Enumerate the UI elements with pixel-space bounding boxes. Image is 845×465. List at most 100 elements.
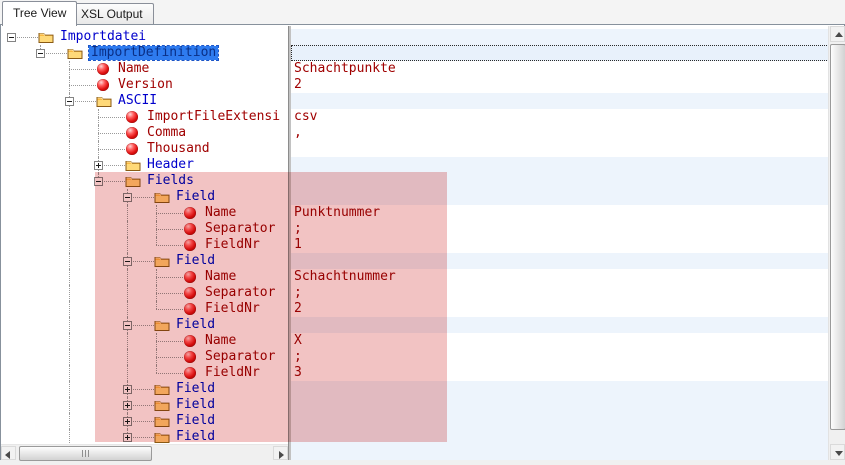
tree-node-row[interactable]: Fields	[1, 173, 288, 189]
tree-connector-line	[156, 269, 157, 277]
tree-node-label[interactable]: Field	[176, 318, 215, 332]
tree-node-label[interactable]: Header	[147, 158, 194, 172]
collapse-minus-box[interactable]	[123, 193, 132, 202]
tree-node-row[interactable]: Name	[1, 61, 288, 77]
tree-node-label[interactable]: ASCII	[118, 94, 157, 108]
arrow-up-icon	[835, 32, 843, 37]
tree-node-label[interactable]: Comma	[147, 126, 186, 140]
value-cell: ;	[291, 285, 829, 301]
tree-node-row[interactable]: Separator	[1, 221, 288, 237]
tree-node-row[interactable]: Importdatei	[1, 29, 288, 45]
horizontal-scrollbar[interactable]	[1, 444, 288, 461]
collapse-minus-box[interactable]	[36, 49, 45, 58]
tree-connector-line	[127, 237, 128, 253]
collapse-minus-box[interactable]	[7, 33, 16, 42]
tree-node-label[interactable]: Fields	[147, 174, 194, 188]
node-value-text: ;	[294, 350, 302, 364]
collapse-minus-box[interactable]	[94, 177, 103, 186]
tree-node-row[interactable]: Field	[1, 317, 288, 333]
tree-node-row[interactable]: ImportFileExtensi	[1, 109, 288, 125]
tree-connector-line	[98, 149, 125, 150]
node-value-text: ,	[294, 126, 302, 140]
tree-node-row[interactable]: Field	[1, 253, 288, 269]
arrow-left-icon	[5, 451, 10, 459]
tree-node-label[interactable]: Separator	[205, 286, 275, 300]
tree-node-label[interactable]: Field	[176, 414, 215, 428]
tree-node-row[interactable]: Name	[1, 333, 288, 349]
tree-node-label[interactable]: Thousand	[147, 142, 210, 156]
folder-icon	[154, 382, 170, 396]
scroll-up-button[interactable]	[830, 26, 845, 42]
tree-node-label[interactable]: Separator	[205, 222, 275, 236]
expand-plus-box[interactable]	[123, 401, 132, 410]
tree-node-row[interactable]: Field	[1, 381, 288, 397]
tree-node-row[interactable]: Name	[1, 205, 288, 221]
tree-connector-line	[98, 149, 99, 157]
red-attribute-icon	[126, 143, 138, 155]
tab-tree-view[interactable]: Tree View	[2, 1, 77, 26]
tree-connector-line	[69, 349, 70, 365]
scroll-down-button[interactable]	[830, 444, 845, 460]
tree-connector-line	[156, 341, 183, 342]
tree-node-label[interactable]: Field	[176, 382, 215, 396]
tree-node-row[interactable]: FieldNr	[1, 301, 288, 317]
tree-connector-line	[156, 237, 157, 245]
tree-node-label[interactable]: Version	[118, 78, 173, 92]
tree-connector-line	[156, 293, 157, 301]
horizontal-scroll-thumb[interactable]	[19, 446, 152, 461]
tree-node-label[interactable]: Name	[205, 206, 236, 220]
folder-icon	[154, 430, 170, 444]
tree-connector-line	[156, 277, 157, 285]
tree-node-row[interactable]: ImportDefinition	[1, 45, 288, 61]
tree-node-label[interactable]: Field	[176, 190, 215, 204]
tree-connector-line	[69, 69, 96, 70]
collapse-minus-box[interactable]	[123, 257, 132, 266]
tree-node-row[interactable]: Field	[1, 413, 288, 429]
tree-node-label[interactable]: Name	[205, 334, 236, 348]
vertical-scrollbar[interactable]	[828, 26, 845, 460]
tree-node-label[interactable]: Name	[118, 62, 149, 76]
tree-node-row[interactable]: Name	[1, 269, 288, 285]
tree-connector-line	[127, 349, 128, 365]
tab-xsl-output[interactable]: XSL Output	[70, 3, 154, 25]
tree-node-label[interactable]: ImportFileExtensi	[147, 110, 280, 124]
tree-connector-line	[156, 365, 157, 373]
folder-icon	[67, 46, 83, 60]
tree-connector-line	[156, 357, 183, 358]
expand-plus-box[interactable]	[123, 417, 132, 426]
panel-splitter[interactable]	[288, 26, 291, 460]
tree-node-row[interactable]: FieldNr	[1, 365, 288, 381]
scroll-right-button[interactable]	[273, 446, 288, 460]
tree-node-row[interactable]: Version	[1, 77, 288, 93]
collapse-minus-box[interactable]	[65, 97, 74, 106]
tree-node-label[interactable]: FieldNr	[205, 366, 260, 380]
scroll-left-button[interactable]	[1, 446, 16, 460]
tree-connector-line	[98, 133, 99, 141]
expand-plus-box[interactable]	[123, 385, 132, 394]
expand-plus-box[interactable]	[94, 161, 103, 170]
tree-node-label[interactable]: Name	[205, 270, 236, 284]
red-attribute-icon	[184, 239, 196, 251]
tree-node-label[interactable]: Field	[176, 398, 215, 412]
tree-node-row[interactable]: Thousand	[1, 141, 288, 157]
tree-node-label[interactable]: Importdatei	[60, 30, 146, 44]
tree-node-label[interactable]: ImportDefinition	[89, 46, 218, 60]
tree-node-row[interactable]: Field	[1, 189, 288, 205]
node-value-text: Punktnummer	[294, 206, 380, 220]
tree-node-label[interactable]: FieldNr	[205, 238, 260, 252]
expand-plus-box[interactable]	[123, 433, 132, 442]
tree-node-row[interactable]: Comma	[1, 125, 288, 141]
tree-node-row[interactable]: Separator	[1, 349, 288, 365]
collapse-minus-box[interactable]	[123, 321, 132, 330]
tree-node-row[interactable]: FieldNr	[1, 237, 288, 253]
tree-node-row[interactable]: Field	[1, 397, 288, 413]
tree-node-row[interactable]: ASCII	[1, 93, 288, 109]
tree-node-label[interactable]: FieldNr	[205, 302, 260, 316]
tree-node-row[interactable]: Separator	[1, 285, 288, 301]
tree-node-row[interactable]: Header	[1, 157, 288, 173]
tree-node-label[interactable]: Separator	[205, 350, 275, 364]
vertical-scroll-thumb[interactable]	[830, 44, 845, 430]
tab-strip: Tree View XSL Output	[0, 0, 845, 25]
node-value-text: X	[294, 334, 302, 348]
tree-node-label[interactable]: Field	[176, 254, 215, 268]
